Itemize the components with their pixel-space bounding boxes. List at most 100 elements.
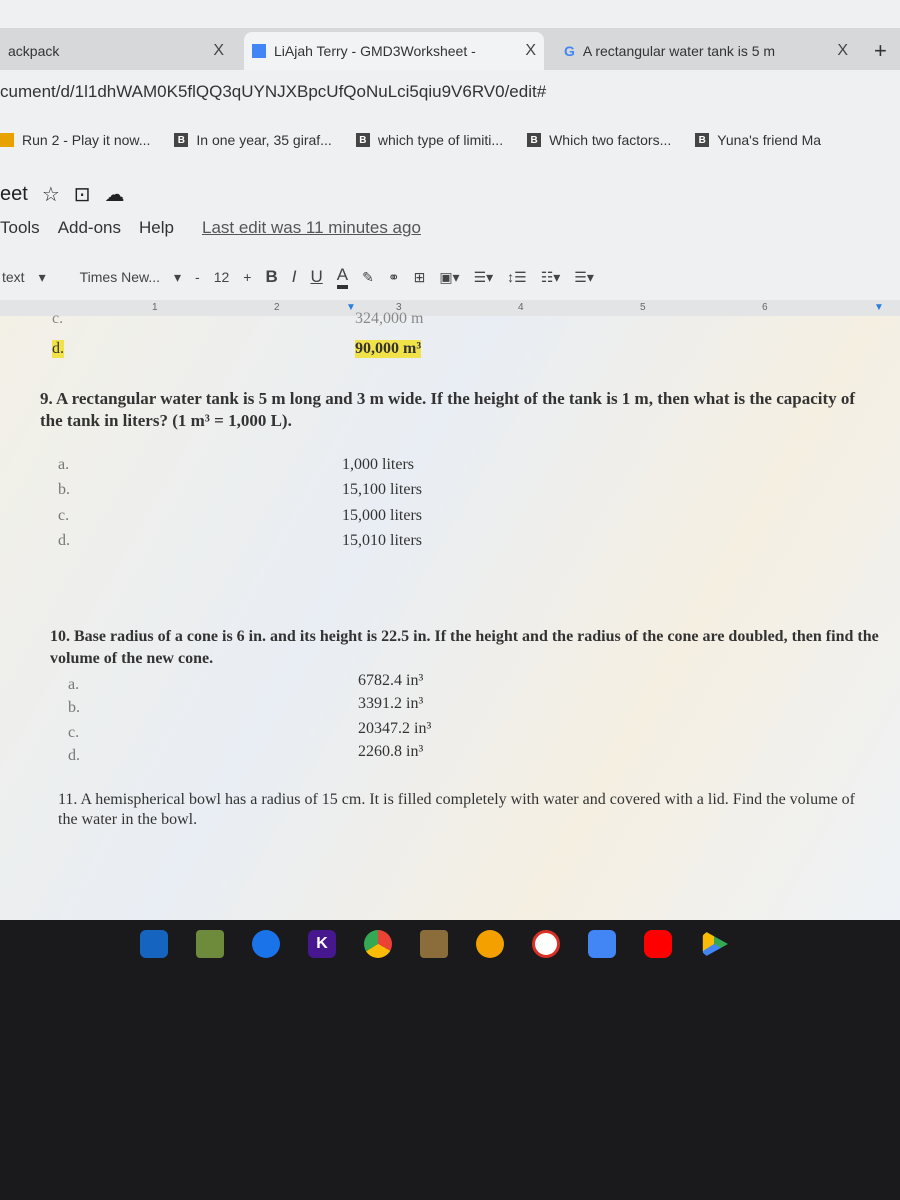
option-label: b. [58,481,70,498]
screen: ackpack X LiAjah Terry - GMD3Worksheet - X… [0,0,900,920]
italic-button[interactable]: I [292,267,297,287]
game-icon [0,133,14,147]
brainly-icon: B [695,133,710,147]
tab-title: LiAjah Terry - GMD3Worksheet - [274,43,476,59]
underline-button[interactable]: U [310,267,322,287]
align-icon[interactable]: ☰▾ [474,269,494,286]
kahoot-icon[interactable]: K [308,930,336,958]
move-icon[interactable]: ⊡ [74,182,91,207]
ruler-mark: 2 [274,302,280,313]
bookmark-label: which type of limiti... [377,132,504,148]
option-value: 6782.4 in³ [358,672,424,689]
ruler[interactable]: 1 2 3 4 5 6 ▼ ▼ [0,300,900,316]
option-value: 15,000 liters [342,507,422,524]
minecraft-icon[interactable] [196,930,224,958]
menu-addons[interactable]: Add-ons [58,218,121,238]
tab-title: A rectangular water tank is 5 m [582,43,776,59]
highlight-icon[interactable]: ✎ [362,269,374,286]
chevron-down-icon[interactable]: ▾ [174,269,181,286]
question-9: 9. A rectangular water tank is 5 m long … [40,389,856,430]
bookmark[interactable]: B Yuna's friend Ma [695,132,821,148]
docs-icon [252,44,266,58]
gmail-icon[interactable] [532,930,560,958]
question-10: 10. Base radius of a cone is 6 in. and i… [50,628,879,667]
bold-button[interactable]: B [265,267,277,287]
duo-icon[interactable] [252,930,280,958]
bookmark[interactable]: Run 2 - Play it now... [0,132,150,148]
tab-strip: ackpack X LiAjah Terry - GMD3Worksheet - X… [0,28,900,70]
text-color-button[interactable]: A [336,265,349,289]
menu-bar: Tools Add-ons Help Last edit was 11 minu… [0,218,421,238]
doc-title[interactable]: eet [0,183,28,206]
tab-title: ackpack [8,43,60,59]
docs-icon[interactable] [588,930,616,958]
menu-help[interactable]: Help [139,218,174,238]
scratch-icon[interactable] [476,930,504,958]
close-icon[interactable]: X [213,42,224,60]
chevron-down-icon[interactable]: ▾ [39,269,46,286]
chrome-icon[interactable] [364,930,392,958]
font-select[interactable]: Times New... [80,269,160,285]
option-value: 15,100 liters [342,481,422,498]
font-size-input[interactable]: 12 [214,269,230,285]
app-icon[interactable] [420,930,448,958]
option-value: 15,010 liters [342,532,422,549]
style-select[interactable]: text [2,269,25,285]
cloud-status-icon: ☁ [104,184,125,206]
google-icon: G [564,43,575,59]
tab-google-search[interactable]: G A rectangular water tank is 5 m X [556,32,856,70]
ruler-mark: 1 [152,302,158,313]
option-label: b. [68,699,80,716]
address-bar[interactable]: cument/d/1l1dhWAM0K5flQQ3qUYNJXBpcUfQoNu… [0,82,546,102]
decrease-size-button[interactable]: - [195,269,200,285]
new-tab-button[interactable]: + [866,32,895,70]
bookmark-label: Yuna's friend Ma [717,132,822,148]
last-edit-link[interactable]: Last edit was 11 minutes ago [202,218,421,238]
option-label: c. [68,724,80,741]
option-value: 90,000 m³ [355,340,422,358]
question-11: 11. A hemispherical bowl has a radius of… [58,791,855,828]
ruler-mark: 5 [640,302,646,313]
link-icon[interactable]: ⚭ [388,269,400,286]
bookmark[interactable]: B In one year, 35 giraf... [174,132,332,148]
tab-worksheet[interactable]: LiAjah Terry - GMD3Worksheet - X [244,32,544,70]
bookmark-label: Which two factors... [549,132,672,148]
camera-icon[interactable] [140,930,168,958]
menu-tools[interactable]: Tools [0,218,40,238]
star-icon[interactable]: ☆ [42,182,60,207]
play-store-icon[interactable] [702,930,728,958]
bulleted-list-icon[interactable]: ☰▾ [574,269,594,286]
brainly-icon: B [174,133,189,147]
bookmark[interactable]: B Which two factors... [527,132,671,148]
option-label: d. [52,340,64,358]
toolbar: text ▾ Times New... ▾ - 12 + B I U A ✎ ⚭ ⊞… [0,262,900,292]
option-label: a. [68,676,80,693]
document-body[interactable]: c. 324,000 m d. 90,000 m³ 9. A rectangul… [0,310,900,920]
line-spacing-icon[interactable]: ↕☰ [507,269,527,286]
shelf: K [140,930,728,958]
option-label: d. [58,532,70,549]
increase-size-button[interactable]: + [243,269,251,285]
numbered-list-icon[interactable]: ☷▾ [541,269,561,286]
youtube-icon[interactable] [644,930,672,958]
comment-icon[interactable]: ⊞ [414,269,426,286]
option-value: 324,000 m [355,310,424,327]
option-label: a. [58,456,70,473]
option-value: 2260.8 in³ [358,743,424,760]
close-icon[interactable]: X [525,42,536,60]
ruler-mark: 6 [762,302,768,313]
brainly-icon: B [355,133,370,147]
bookmark[interactable]: Bwhich type of limiti... [355,132,504,148]
tab-backpack[interactable]: ackpack X [0,32,232,70]
brainly-icon: B [527,133,542,147]
option-value: 3391.2 in³ [358,695,424,712]
doc-title-row: eet ☆ ⊡ ☁ [0,182,125,207]
ruler-mark: 4 [518,302,524,313]
bookmark-label: Run 2 - Play it now... [22,132,151,148]
option-value: 1,000 liters [342,456,414,473]
option-value: 20347.2 in³ [358,720,432,737]
right-indent-marker-icon[interactable]: ▼ [874,302,884,313]
close-icon[interactable]: X [837,42,848,60]
image-icon[interactable]: ▣▾ [439,269,459,286]
option-label: c. [52,310,64,327]
